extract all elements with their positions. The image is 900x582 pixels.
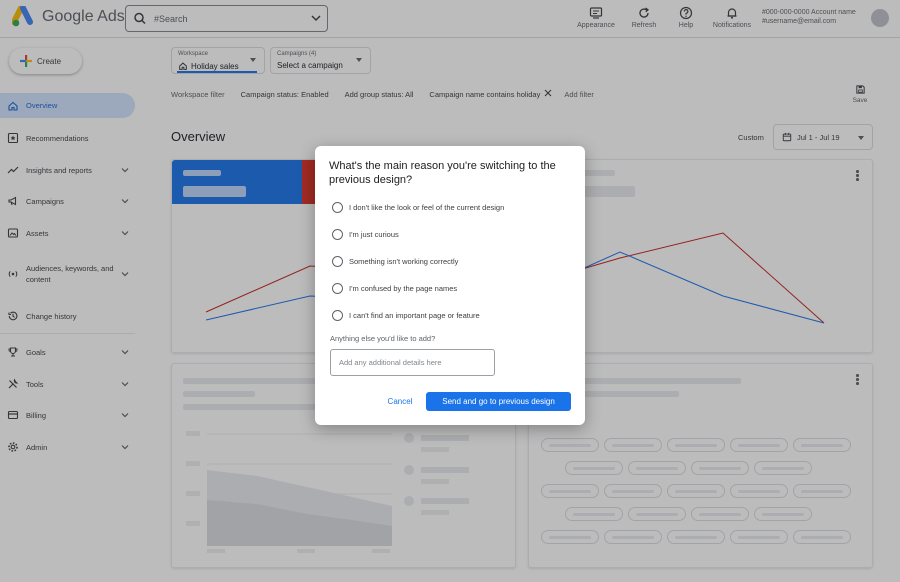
reason-option-not-working[interactable]: Something isn't working correctly: [332, 256, 458, 267]
feedback-dialog: What's the main reason you're switching …: [315, 146, 585, 425]
reason-option-curious[interactable]: I'm just curious: [332, 229, 399, 240]
reason-option-label: I'm just curious: [349, 230, 399, 239]
reason-option-label: I can't find an important page or featur…: [349, 311, 480, 320]
send-and-go-back-button[interactable]: Send and go to previous design: [426, 392, 571, 411]
radio-button[interactable]: [332, 283, 343, 294]
cancel-button[interactable]: Cancel: [379, 392, 421, 411]
reason-option-label: I'm confused by the page names: [349, 284, 458, 293]
reason-option-confused-names[interactable]: I'm confused by the page names: [332, 283, 457, 294]
additional-details-input[interactable]: [330, 349, 495, 376]
radio-button[interactable]: [332, 202, 343, 213]
reason-option-cant-find[interactable]: I can't find an important page or featur…: [332, 310, 480, 321]
radio-button[interactable]: [332, 256, 343, 267]
radio-button[interactable]: [332, 310, 343, 321]
reason-option-label: I don't like the look or feel of the cur…: [349, 203, 505, 212]
radio-button[interactable]: [332, 229, 343, 240]
dialog-question: What's the main reason you're switching …: [329, 160, 556, 186]
reason-option-look-feel[interactable]: I don't like the look or feel of the cur…: [332, 202, 504, 213]
additional-details-label: Anything else you'd like to add?: [330, 334, 436, 343]
reason-option-label: Something isn't working correctly: [349, 257, 459, 266]
